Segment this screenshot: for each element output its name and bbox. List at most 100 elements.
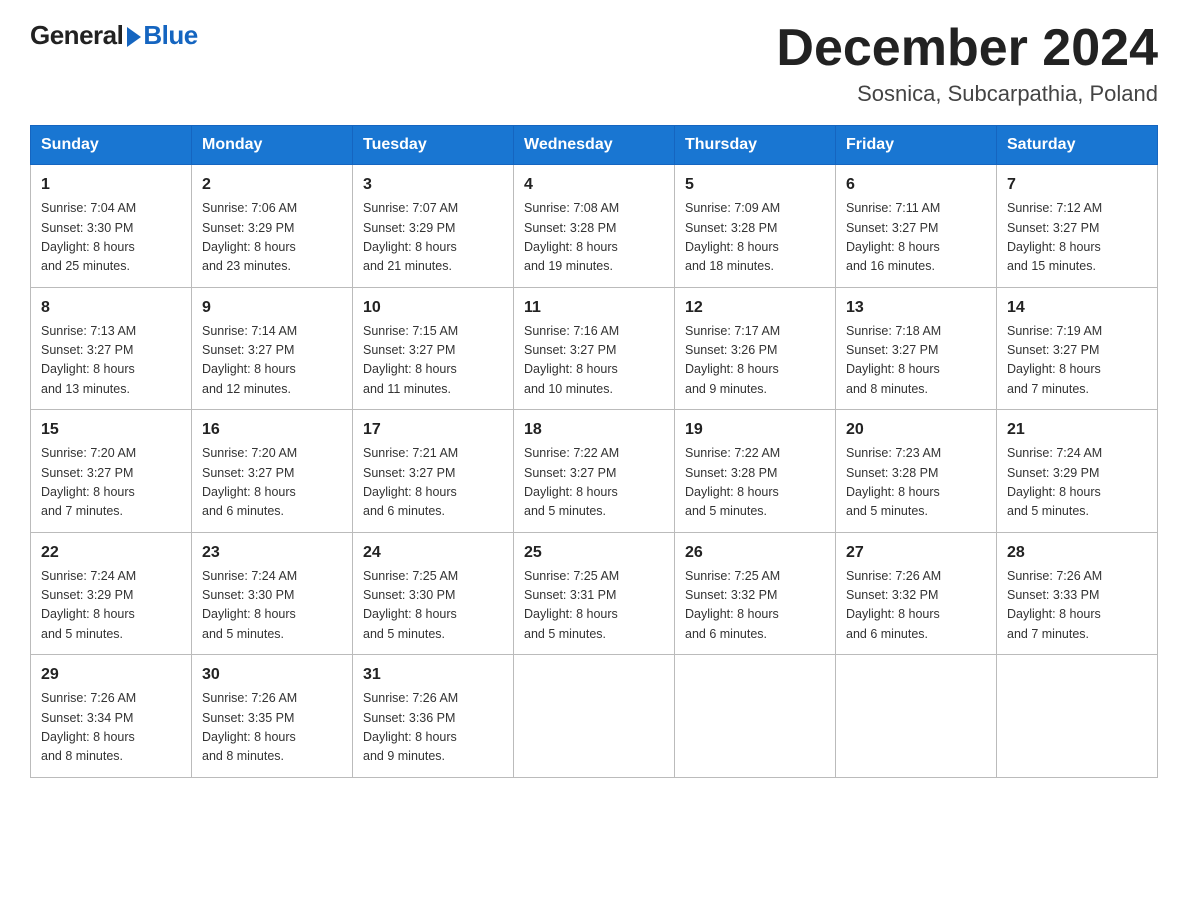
- table-row: 24Sunrise: 7:25 AMSunset: 3:30 PMDayligh…: [353, 532, 514, 655]
- day-number: 9: [202, 296, 342, 320]
- day-number: 3: [363, 173, 503, 197]
- table-row: 9Sunrise: 7:14 AMSunset: 3:27 PMDaylight…: [192, 287, 353, 410]
- table-row: 16Sunrise: 7:20 AMSunset: 3:27 PMDayligh…: [192, 410, 353, 533]
- table-row: 18Sunrise: 7:22 AMSunset: 3:27 PMDayligh…: [514, 410, 675, 533]
- table-row: 3Sunrise: 7:07 AMSunset: 3:29 PMDaylight…: [353, 165, 514, 288]
- day-number: 10: [363, 296, 503, 320]
- day-number: 29: [41, 663, 181, 687]
- calendar-week-row: 1Sunrise: 7:04 AMSunset: 3:30 PMDaylight…: [31, 165, 1158, 288]
- table-row: 22Sunrise: 7:24 AMSunset: 3:29 PMDayligh…: [31, 532, 192, 655]
- day-info: Sunrise: 7:17 AMSunset: 3:26 PMDaylight:…: [685, 322, 825, 400]
- day-number: 17: [363, 418, 503, 442]
- day-info: Sunrise: 7:14 AMSunset: 3:27 PMDaylight:…: [202, 322, 342, 400]
- day-info: Sunrise: 7:07 AMSunset: 3:29 PMDaylight:…: [363, 199, 503, 277]
- day-info: Sunrise: 7:23 AMSunset: 3:28 PMDaylight:…: [846, 444, 986, 522]
- month-title: December 2024: [776, 20, 1158, 77]
- page-header: General Blue December 2024 Sosnica, Subc…: [30, 20, 1158, 107]
- day-number: 21: [1007, 418, 1147, 442]
- day-number: 22: [41, 541, 181, 565]
- col-header-saturday: Saturday: [997, 126, 1158, 165]
- day-number: 6: [846, 173, 986, 197]
- day-info: Sunrise: 7:22 AMSunset: 3:28 PMDaylight:…: [685, 444, 825, 522]
- day-number: 2: [202, 173, 342, 197]
- day-info: Sunrise: 7:12 AMSunset: 3:27 PMDaylight:…: [1007, 199, 1147, 277]
- day-number: 23: [202, 541, 342, 565]
- table-row: 11Sunrise: 7:16 AMSunset: 3:27 PMDayligh…: [514, 287, 675, 410]
- calendar-week-row: 22Sunrise: 7:24 AMSunset: 3:29 PMDayligh…: [31, 532, 1158, 655]
- table-row: 20Sunrise: 7:23 AMSunset: 3:28 PMDayligh…: [836, 410, 997, 533]
- day-number: 28: [1007, 541, 1147, 565]
- calendar-week-row: 15Sunrise: 7:20 AMSunset: 3:27 PMDayligh…: [31, 410, 1158, 533]
- day-info: Sunrise: 7:19 AMSunset: 3:27 PMDaylight:…: [1007, 322, 1147, 400]
- table-row: 13Sunrise: 7:18 AMSunset: 3:27 PMDayligh…: [836, 287, 997, 410]
- logo-general-text: General: [30, 20, 123, 51]
- day-info: Sunrise: 7:09 AMSunset: 3:28 PMDaylight:…: [685, 199, 825, 277]
- table-row: 31Sunrise: 7:26 AMSunset: 3:36 PMDayligh…: [353, 655, 514, 778]
- col-header-wednesday: Wednesday: [514, 126, 675, 165]
- day-info: Sunrise: 7:15 AMSunset: 3:27 PMDaylight:…: [363, 322, 503, 400]
- table-row: 7Sunrise: 7:12 AMSunset: 3:27 PMDaylight…: [997, 165, 1158, 288]
- day-info: Sunrise: 7:26 AMSunset: 3:33 PMDaylight:…: [1007, 567, 1147, 645]
- table-row: 25Sunrise: 7:25 AMSunset: 3:31 PMDayligh…: [514, 532, 675, 655]
- calendar-week-row: 29Sunrise: 7:26 AMSunset: 3:34 PMDayligh…: [31, 655, 1158, 778]
- table-row: 19Sunrise: 7:22 AMSunset: 3:28 PMDayligh…: [675, 410, 836, 533]
- logo-blue-text: Blue: [143, 20, 197, 51]
- day-number: 4: [524, 173, 664, 197]
- table-row: 6Sunrise: 7:11 AMSunset: 3:27 PMDaylight…: [836, 165, 997, 288]
- table-row: [997, 655, 1158, 778]
- day-info: Sunrise: 7:22 AMSunset: 3:27 PMDaylight:…: [524, 444, 664, 522]
- table-row: 5Sunrise: 7:09 AMSunset: 3:28 PMDaylight…: [675, 165, 836, 288]
- day-info: Sunrise: 7:11 AMSunset: 3:27 PMDaylight:…: [846, 199, 986, 277]
- day-info: Sunrise: 7:24 AMSunset: 3:29 PMDaylight:…: [41, 567, 181, 645]
- table-row: 27Sunrise: 7:26 AMSunset: 3:32 PMDayligh…: [836, 532, 997, 655]
- table-row: 17Sunrise: 7:21 AMSunset: 3:27 PMDayligh…: [353, 410, 514, 533]
- calendar-table: SundayMondayTuesdayWednesdayThursdayFrid…: [30, 125, 1158, 778]
- table-row: [836, 655, 997, 778]
- day-info: Sunrise: 7:26 AMSunset: 3:34 PMDaylight:…: [41, 689, 181, 767]
- day-number: 19: [685, 418, 825, 442]
- day-number: 24: [363, 541, 503, 565]
- calendar-header-row: SundayMondayTuesdayWednesdayThursdayFrid…: [31, 126, 1158, 165]
- day-info: Sunrise: 7:20 AMSunset: 3:27 PMDaylight:…: [41, 444, 181, 522]
- table-row: 26Sunrise: 7:25 AMSunset: 3:32 PMDayligh…: [675, 532, 836, 655]
- day-info: Sunrise: 7:20 AMSunset: 3:27 PMDaylight:…: [202, 444, 342, 522]
- day-number: 7: [1007, 173, 1147, 197]
- day-number: 27: [846, 541, 986, 565]
- day-number: 20: [846, 418, 986, 442]
- day-number: 26: [685, 541, 825, 565]
- table-row: [675, 655, 836, 778]
- table-row: 30Sunrise: 7:26 AMSunset: 3:35 PMDayligh…: [192, 655, 353, 778]
- day-info: Sunrise: 7:24 AMSunset: 3:29 PMDaylight:…: [1007, 444, 1147, 522]
- day-number: 30: [202, 663, 342, 687]
- day-info: Sunrise: 7:16 AMSunset: 3:27 PMDaylight:…: [524, 322, 664, 400]
- table-row: 10Sunrise: 7:15 AMSunset: 3:27 PMDayligh…: [353, 287, 514, 410]
- day-info: Sunrise: 7:24 AMSunset: 3:30 PMDaylight:…: [202, 567, 342, 645]
- table-row: 23Sunrise: 7:24 AMSunset: 3:30 PMDayligh…: [192, 532, 353, 655]
- logo: General Blue: [30, 20, 198, 51]
- day-number: 13: [846, 296, 986, 320]
- day-info: Sunrise: 7:13 AMSunset: 3:27 PMDaylight:…: [41, 322, 181, 400]
- day-info: Sunrise: 7:25 AMSunset: 3:31 PMDaylight:…: [524, 567, 664, 645]
- title-block: December 2024 Sosnica, Subcarpathia, Pol…: [776, 20, 1158, 107]
- col-header-tuesday: Tuesday: [353, 126, 514, 165]
- day-number: 14: [1007, 296, 1147, 320]
- day-number: 25: [524, 541, 664, 565]
- logo-triangle-icon: [127, 27, 141, 47]
- day-number: 12: [685, 296, 825, 320]
- table-row: 8Sunrise: 7:13 AMSunset: 3:27 PMDaylight…: [31, 287, 192, 410]
- location-title: Sosnica, Subcarpathia, Poland: [776, 81, 1158, 107]
- day-info: Sunrise: 7:06 AMSunset: 3:29 PMDaylight:…: [202, 199, 342, 277]
- day-number: 5: [685, 173, 825, 197]
- table-row: [514, 655, 675, 778]
- day-info: Sunrise: 7:26 AMSunset: 3:32 PMDaylight:…: [846, 567, 986, 645]
- day-number: 15: [41, 418, 181, 442]
- table-row: 4Sunrise: 7:08 AMSunset: 3:28 PMDaylight…: [514, 165, 675, 288]
- table-row: 15Sunrise: 7:20 AMSunset: 3:27 PMDayligh…: [31, 410, 192, 533]
- table-row: 14Sunrise: 7:19 AMSunset: 3:27 PMDayligh…: [997, 287, 1158, 410]
- day-info: Sunrise: 7:25 AMSunset: 3:32 PMDaylight:…: [685, 567, 825, 645]
- day-info: Sunrise: 7:21 AMSunset: 3:27 PMDaylight:…: [363, 444, 503, 522]
- col-header-sunday: Sunday: [31, 126, 192, 165]
- day-number: 16: [202, 418, 342, 442]
- table-row: 1Sunrise: 7:04 AMSunset: 3:30 PMDaylight…: [31, 165, 192, 288]
- table-row: 21Sunrise: 7:24 AMSunset: 3:29 PMDayligh…: [997, 410, 1158, 533]
